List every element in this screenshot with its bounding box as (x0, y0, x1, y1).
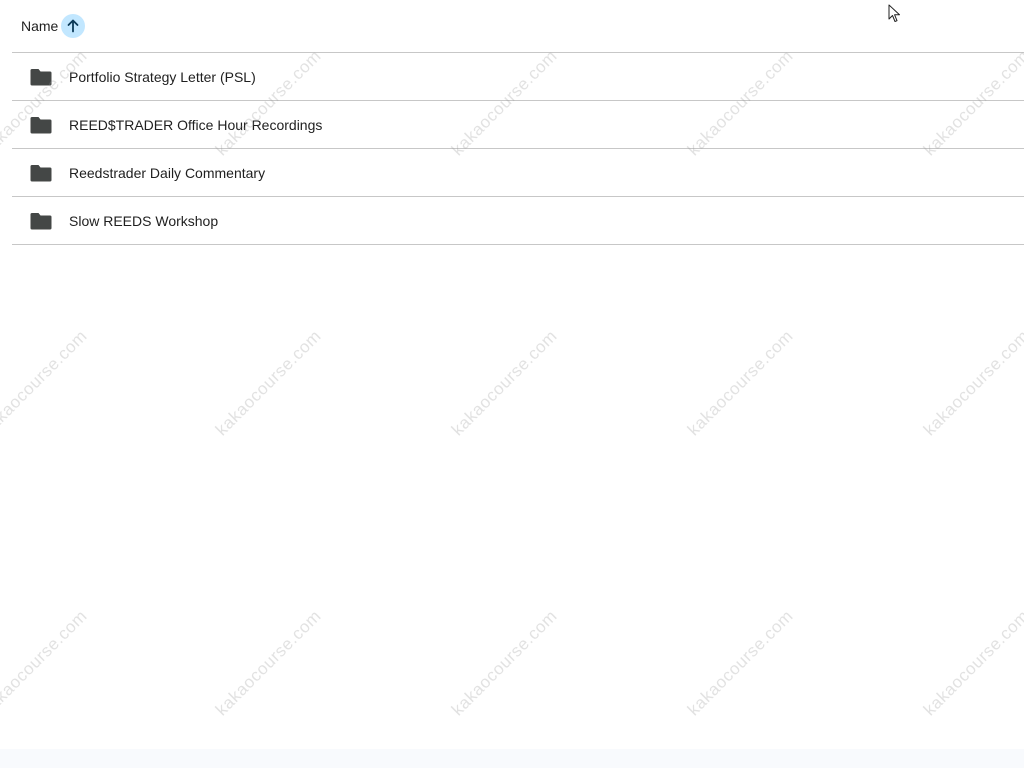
sort-by-name-button[interactable]: Name (21, 14, 86, 38)
watermark: kakaocourse.com (211, 606, 325, 720)
watermark: kakaocourse.com (0, 606, 91, 720)
list-item[interactable]: Slow REEDS Workshop (12, 197, 1024, 245)
mouse-cursor-icon (888, 4, 900, 22)
folder-icon (30, 164, 52, 182)
arrow-upward-icon[interactable] (61, 14, 86, 38)
folder-name: Portfolio Strategy Letter (PSL) (69, 68, 256, 85)
name-column-label: Name (21, 18, 59, 34)
folder-name: Reedstrader Daily Commentary (69, 164, 266, 181)
folder-name: REED$TRADER Office Hour Recordings (69, 116, 323, 133)
list-item[interactable]: REED$TRADER Office Hour Recordings (12, 101, 1024, 149)
watermark: kakaocourse.com (0, 326, 91, 440)
folder-name: Slow REEDS Workshop (69, 212, 219, 229)
watermark: kakaocourse.com (683, 606, 797, 720)
list-item[interactable]: Portfolio Strategy Letter (PSL) (12, 53, 1024, 101)
watermark: kakaocourse.com (447, 606, 561, 720)
list-item[interactable]: Reedstrader Daily Commentary (12, 149, 1024, 197)
watermark: kakaocourse.com (919, 326, 1024, 440)
folder-icon (30, 68, 52, 86)
drive-file-list-page: Name Portfolio Strategy Letter (PSL) REE… (0, 0, 1024, 768)
watermark: kakaocourse.com (447, 326, 561, 440)
watermark: kakaocourse.com (683, 326, 797, 440)
watermark: kakaocourse.com (919, 606, 1024, 720)
bottom-strip (0, 749, 1024, 768)
list-header: Name (12, 0, 1024, 53)
folder-icon (30, 212, 52, 230)
folder-icon (30, 116, 52, 134)
watermark: kakaocourse.com (211, 326, 325, 440)
folder-list: Portfolio Strategy Letter (PSL) REED$TRA… (12, 53, 1024, 245)
